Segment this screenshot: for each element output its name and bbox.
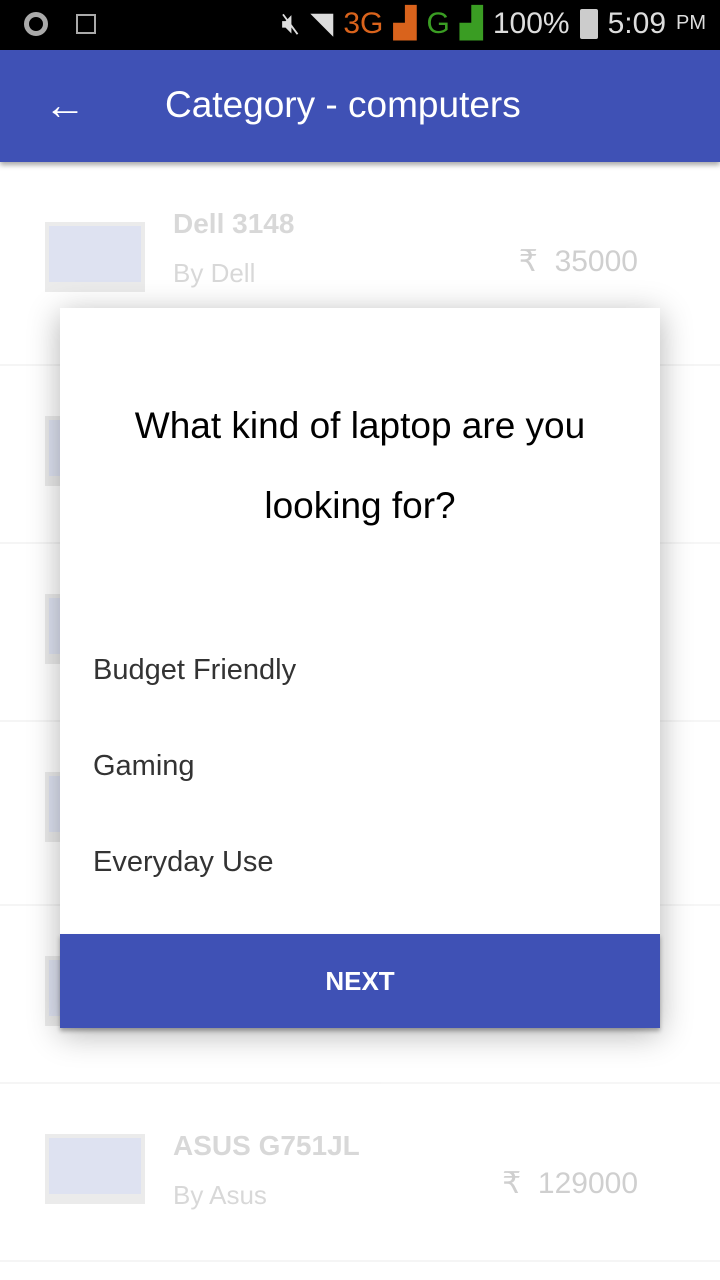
clock-ampm: PM — [676, 12, 706, 34]
network-3g: 3G — [343, 6, 384, 40]
signal-icon: ▟ — [393, 7, 417, 40]
next-button[interactable]: NEXT — [60, 934, 660, 1028]
mute-icon: 🔇︎ — [281, 6, 301, 40]
status-bar: 🔇︎ ◥ 3G ▟ G ▟ 100% 5:09 PM — [0, 0, 720, 50]
clock: 5:09 — [607, 6, 666, 40]
option-budget-friendly[interactable]: Budget Friendly — [93, 654, 296, 687]
arrow-left-icon[interactable]: ← — [44, 80, 86, 130]
battery-text: 100% — [492, 6, 570, 40]
product-brand: By Dell — [173, 258, 256, 288]
option-gaming[interactable]: Gaming — [93, 750, 195, 783]
dialog-question: What kind of laptop are you looking for? — [134, 405, 586, 526]
list-item[interactable]: ASUS G751JL By Asus ₹ 129000 — [0, 1084, 720, 1262]
product-name: ASUS G751JL — [173, 1130, 360, 1161]
app-bar: ← Category - computers — [0, 50, 720, 162]
page-title: Category - computers — [165, 84, 521, 125]
battery-icon — [579, 8, 598, 39]
product-image — [45, 222, 145, 292]
product-brand: By Asus — [173, 1180, 267, 1210]
wifi-icon: ◥ — [310, 7, 334, 40]
product-price: ₹ 35000 — [518, 245, 638, 278]
option-everyday-use[interactable]: Everyday Use — [93, 846, 274, 879]
signal-icon: ▟ — [459, 7, 483, 40]
image-icon — [76, 14, 96, 34]
sync-icon — [24, 12, 48, 36]
product-name: Dell 3148 — [173, 208, 295, 239]
laptop-type-dialog: What kind of laptop are you looking for?… — [60, 308, 660, 1028]
network-g: G — [426, 6, 450, 40]
product-image — [45, 1134, 145, 1204]
product-price: ₹ 129000 — [502, 1167, 638, 1200]
